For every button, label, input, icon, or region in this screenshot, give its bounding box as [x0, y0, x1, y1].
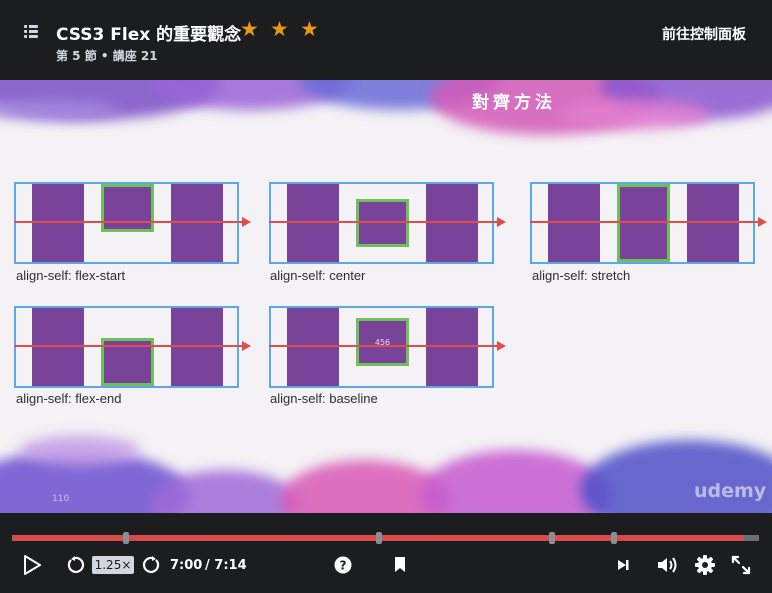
arrow-head-icon: [497, 217, 506, 227]
flex-item: [287, 308, 339, 386]
forward-button[interactable]: [141, 553, 163, 577]
watercolor-decoration: [580, 440, 772, 513]
demo-label: align-self: baseline: [270, 391, 378, 406]
arrow-head-icon: [242, 341, 251, 351]
star-icon[interactable]: ★: [300, 19, 320, 40]
arrow-head-icon: [242, 217, 251, 227]
settings-button[interactable]: [693, 553, 717, 577]
volume-button[interactable]: [656, 553, 680, 577]
flex-item: [687, 184, 739, 262]
play-icon: [24, 555, 41, 575]
slide-title: 對齊方法: [472, 93, 556, 113]
chapter-marker[interactable]: [549, 532, 555, 544]
flex-container-demo: [530, 182, 767, 264]
highlighted-flex-item: [617, 184, 670, 262]
demo-label: align-self: flex-end: [16, 391, 122, 406]
flex-item: [287, 184, 339, 262]
fullscreen-icon: [731, 555, 751, 575]
rewind-button[interactable]: [64, 553, 86, 577]
current-time: 7:00: [170, 558, 203, 573]
flex-item: [32, 308, 84, 386]
cross-axis-line: [14, 221, 242, 223]
flex-item: [171, 184, 223, 262]
settings-icon: [695, 555, 715, 575]
watercolor-decoration: [560, 100, 710, 130]
chapter-marker[interactable]: [611, 532, 617, 544]
fullscreen-button[interactable]: [729, 553, 753, 577]
course-content-menu-icon[interactable]: [24, 24, 38, 38]
flex-container-demo: [14, 306, 251, 388]
next-icon: [618, 560, 629, 570]
chapter-marker[interactable]: [123, 532, 129, 544]
arrow-head-icon: [758, 217, 767, 227]
progress-bar[interactable]: [12, 532, 759, 544]
flex-item: [32, 184, 84, 262]
cross-axis-line: [14, 345, 242, 347]
slide-number: 110: [52, 494, 70, 504]
highlighted-flex-item: [101, 184, 154, 232]
highlighted-flex-item: 456: [356, 318, 409, 366]
video-frame[interactable]: 對齊方法 align-self: flex-start align-self: …: [0, 80, 772, 513]
playback-rate-button[interactable]: 1.25×: [92, 556, 134, 574]
flex-item: [426, 308, 478, 386]
star-icon[interactable]: ★: [240, 19, 260, 40]
duration: / 7:14: [205, 558, 247, 573]
course-header: CSS3 Flex 的重要觀念 ★ ★ ★ 第 5 節 • 講座 21 前往控制…: [0, 0, 772, 80]
flex-container-demo: [14, 182, 251, 264]
cross-axis-line: [269, 221, 497, 223]
go-to-dashboard-link[interactable]: 前往控制面板: [662, 24, 746, 44]
forward-icon: [143, 556, 160, 573]
demo-label: align-self: flex-start: [16, 268, 126, 283]
flex-container-demo: [269, 182, 506, 264]
flex-container-demo: 456: [269, 306, 506, 388]
chapter-marker[interactable]: [376, 532, 382, 544]
bookmark-button[interactable]: [390, 553, 410, 577]
watercolor-decoration: [20, 435, 140, 465]
demo-label: align-self: center: [270, 268, 366, 283]
flex-item: [171, 308, 223, 386]
lecture-subtitle: 第 5 節 • 講座 21: [56, 49, 158, 63]
help-button[interactable]: ?: [332, 553, 354, 577]
highlighted-flex-item: [356, 199, 409, 247]
help-icon: ?: [334, 556, 352, 574]
play-button[interactable]: [20, 553, 44, 577]
svg-text:?: ?: [340, 559, 347, 573]
udemy-watermark: udemy: [694, 480, 767, 502]
volume-icon: [658, 557, 677, 573]
star-icon[interactable]: ★: [270, 19, 290, 40]
cross-axis-line: [530, 221, 758, 223]
arrow-head-icon: [497, 341, 506, 351]
bookmark-icon: [395, 557, 405, 572]
rewind-icon: [67, 556, 84, 573]
cross-axis-line: [269, 345, 497, 347]
rating-stars[interactable]: ★ ★ ★: [240, 19, 320, 40]
flex-item: [548, 184, 600, 262]
demo-label: align-self: stretch: [532, 268, 631, 283]
next-lecture-button[interactable]: [613, 553, 633, 577]
course-title: CSS3 Flex 的重要觀念: [56, 25, 242, 45]
flex-item: [426, 184, 478, 262]
